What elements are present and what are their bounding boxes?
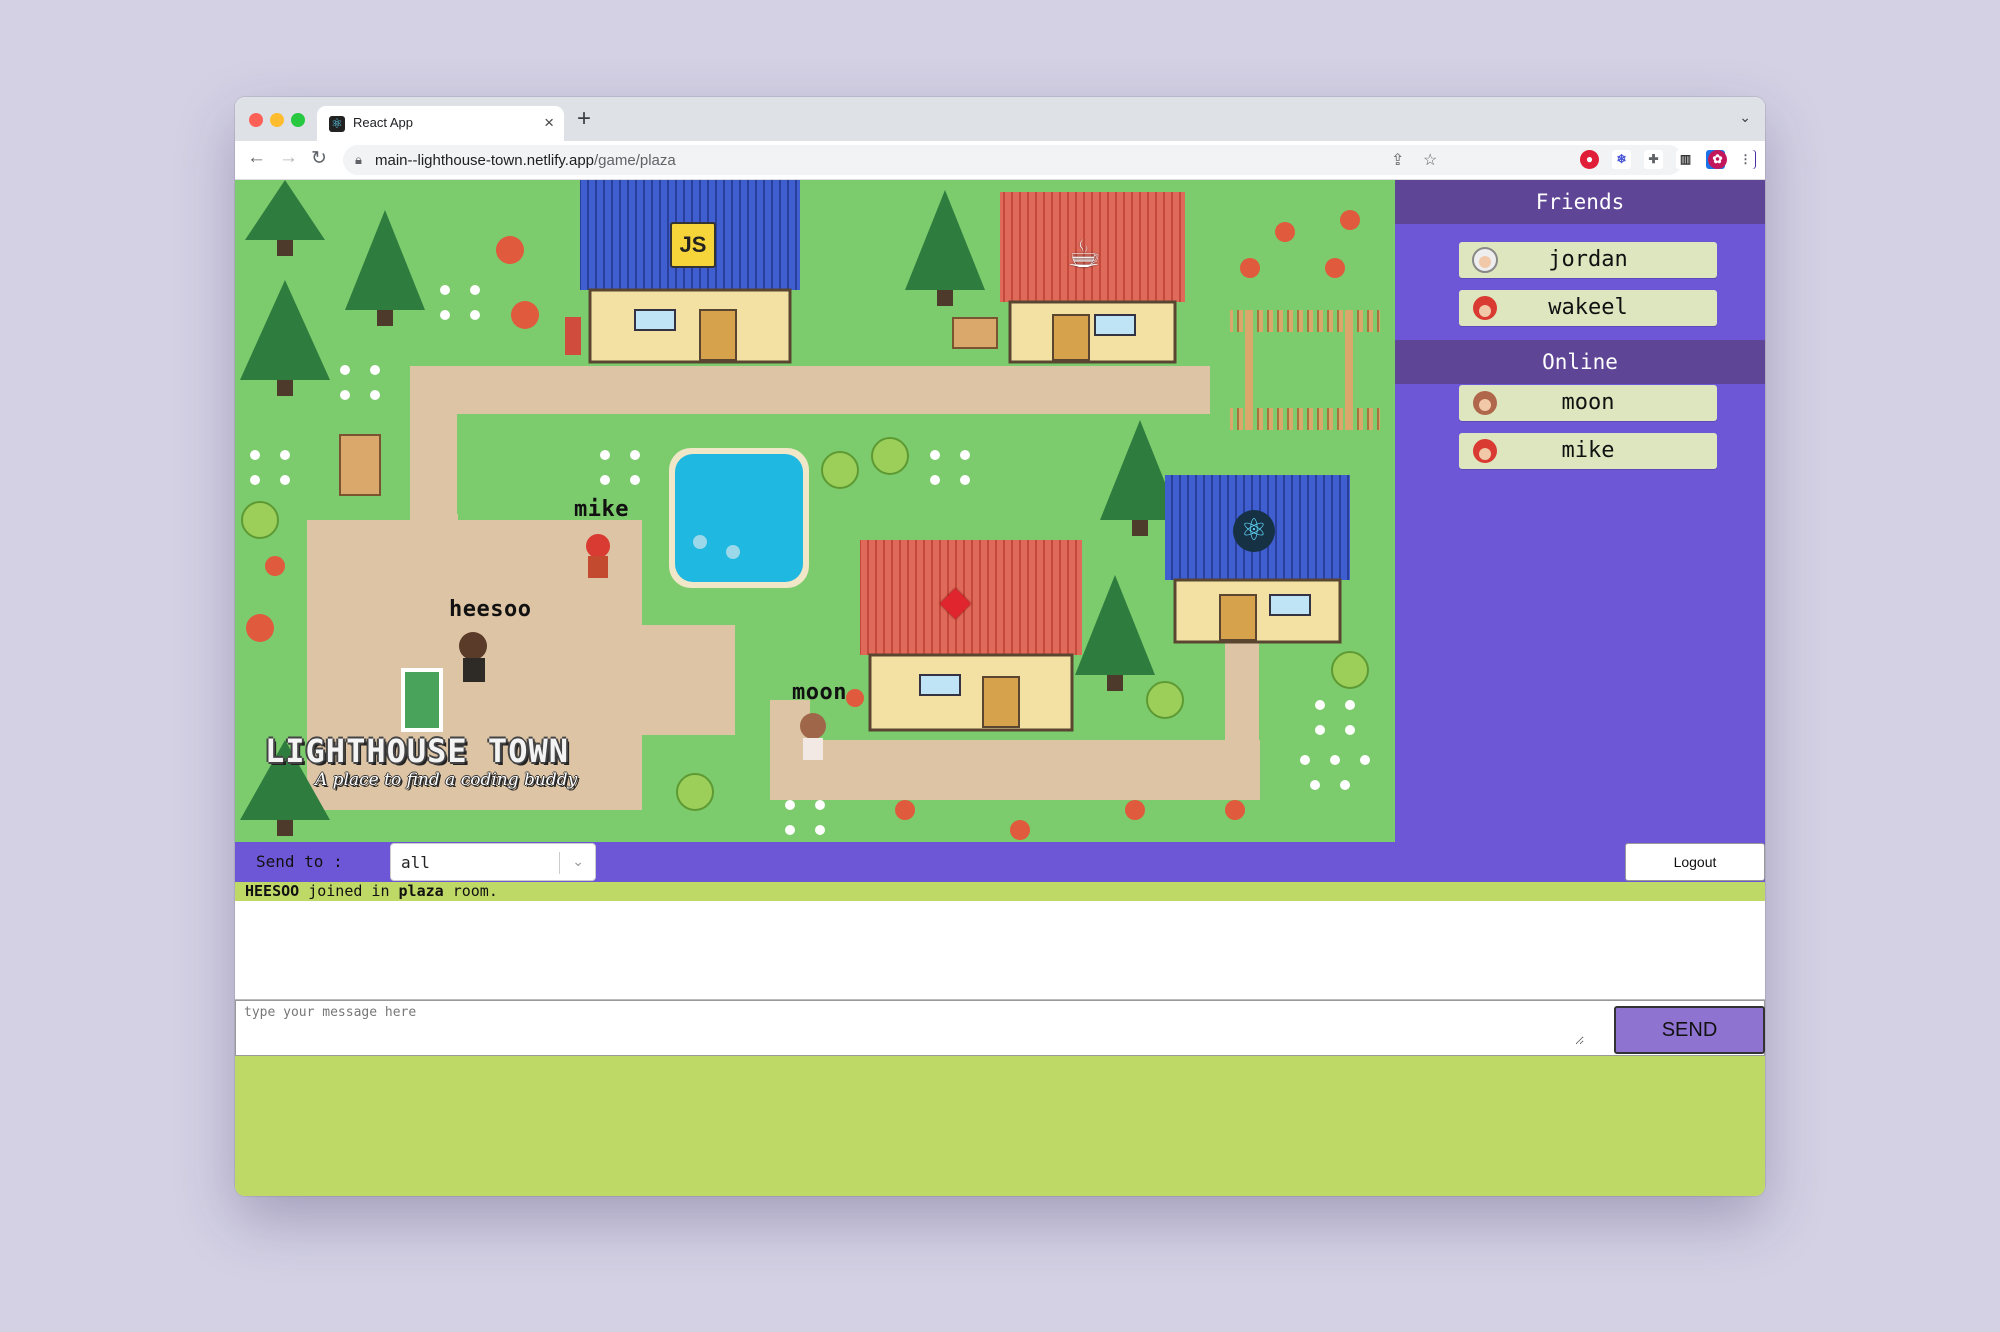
lighthouse-town-logo-subtitle: A place to find a coding buddy — [315, 770, 578, 790]
share-icon[interactable]: ⇪ — [1391, 150, 1404, 170]
message-composer: SEND — [235, 1000, 1765, 1056]
lock-icon: 🔒︎ — [355, 152, 362, 167]
maximize-window-button[interactable] — [291, 113, 305, 127]
adblock-extension-icon[interactable]: ● — [1580, 150, 1599, 169]
new-tab-button[interactable]: + — [577, 105, 591, 133]
side-panel-icon[interactable]: ▥ — [1676, 150, 1695, 169]
logout-button[interactable]: Logout — [1625, 843, 1765, 881]
friend-name: wakeel — [1548, 295, 1628, 320]
friend-name: jordan — [1548, 247, 1628, 272]
back-arrow-icon[interactable]: ← — [247, 147, 266, 169]
users-sidebar: Friends jordan wakeel Online moon mike — [1395, 180, 1765, 842]
message-user: HEESOO — [245, 882, 300, 900]
game-map[interactable]: JS ☕︎ ◆ ⚛ mike heesoo moon LIGHTHOUSE TO… — [235, 180, 1395, 842]
online-user-name: mike — [1561, 438, 1615, 463]
chat-messages-area — [235, 901, 1765, 1000]
select-separator — [559, 852, 560, 874]
message-input[interactable] — [244, 1005, 1584, 1045]
chat-message: HEESOO joined in plaza room. — [235, 882, 1765, 901]
bookmark-star-icon[interactable]: ☆ — [1423, 150, 1437, 170]
tab-close-icon[interactable]: × — [544, 113, 554, 133]
player-name-label: mike — [574, 497, 629, 522]
send-to-label: Send to : — [256, 852, 343, 871]
message-text-end: room. — [443, 882, 498, 900]
send-button[interactable]: SEND — [1614, 1006, 1765, 1054]
online-user-name: moon — [1561, 390, 1615, 415]
forward-arrow-icon[interactable]: → — [279, 147, 298, 169]
recipient-select[interactable]: all ⌄ — [390, 843, 596, 881]
javascript-icon: JS — [670, 222, 716, 268]
friends-header: Friends — [1395, 180, 1765, 224]
ruby-icon: ◆ — [940, 579, 971, 623]
player-name-label: heesoo — [449, 597, 532, 622]
react-favicon-icon: ⚛ — [329, 116, 345, 132]
tab-title: React App — [353, 115, 413, 130]
lighthouse-town-logo-title: LIGHTHOUSE TOWN — [265, 732, 569, 770]
online-user-item[interactable]: moon — [1459, 385, 1717, 421]
close-window-button[interactable] — [249, 113, 263, 127]
friend-item[interactable]: wakeel — [1459, 290, 1717, 326]
send-to-bar: Send to : all ⌄ Logout — [235, 842, 1765, 882]
mike-sprite[interactable] — [586, 534, 610, 578]
tab-search-chevron-icon[interactable]: ⌄ — [1739, 109, 1751, 126]
recipient-select-value: all — [401, 853, 430, 872]
address-bar[interactable]: 🔒︎ main--lighthouse-town.netlify.app/gam… — [343, 145, 1683, 175]
chevron-down-icon[interactable]: ⌄ — [572, 853, 584, 870]
url-text: main--lighthouse-town.netlify.app/game/p… — [375, 152, 676, 169]
extensions-area: ● ❄ ✚ ▥ ✿ ⋮ — [1580, 150, 1760, 172]
browser-tab[interactable]: ⚛ React App × — [317, 106, 564, 141]
online-user-item[interactable]: mike — [1459, 433, 1717, 469]
minimize-window-button[interactable] — [270, 113, 284, 127]
react-icon: ⚛ — [1233, 510, 1275, 552]
browser-toolbar: ← → ↻ 🔒︎ main--lighthouse-town.netlify.a… — [235, 141, 1765, 180]
tab-strip: ⚛ React App × + ⌄ — [235, 97, 1765, 141]
message-room: plaza — [398, 882, 444, 900]
friend-item[interactable]: jordan — [1459, 242, 1717, 278]
message-text: joined in — [299, 882, 399, 900]
reload-icon[interactable]: ↻ — [311, 147, 327, 170]
footer-area — [235, 1056, 1765, 1196]
puzzle-extensions-icon[interactable]: ✚ — [1644, 150, 1663, 169]
player-name-label: moon — [792, 680, 847, 705]
snowflake-extension-icon[interactable]: ❄ — [1612, 150, 1631, 169]
browser-window: ⚛ React App × + ⌄ ← → ↻ 🔒︎ main--lightho… — [235, 97, 1765, 1196]
profile-avatar-icon[interactable]: ✿ — [1708, 150, 1727, 169]
kebab-menu-icon[interactable]: ⋮ — [1736, 150, 1755, 169]
online-header: Online — [1395, 340, 1765, 384]
coffee-icon: ☕︎ — [1067, 234, 1102, 276]
